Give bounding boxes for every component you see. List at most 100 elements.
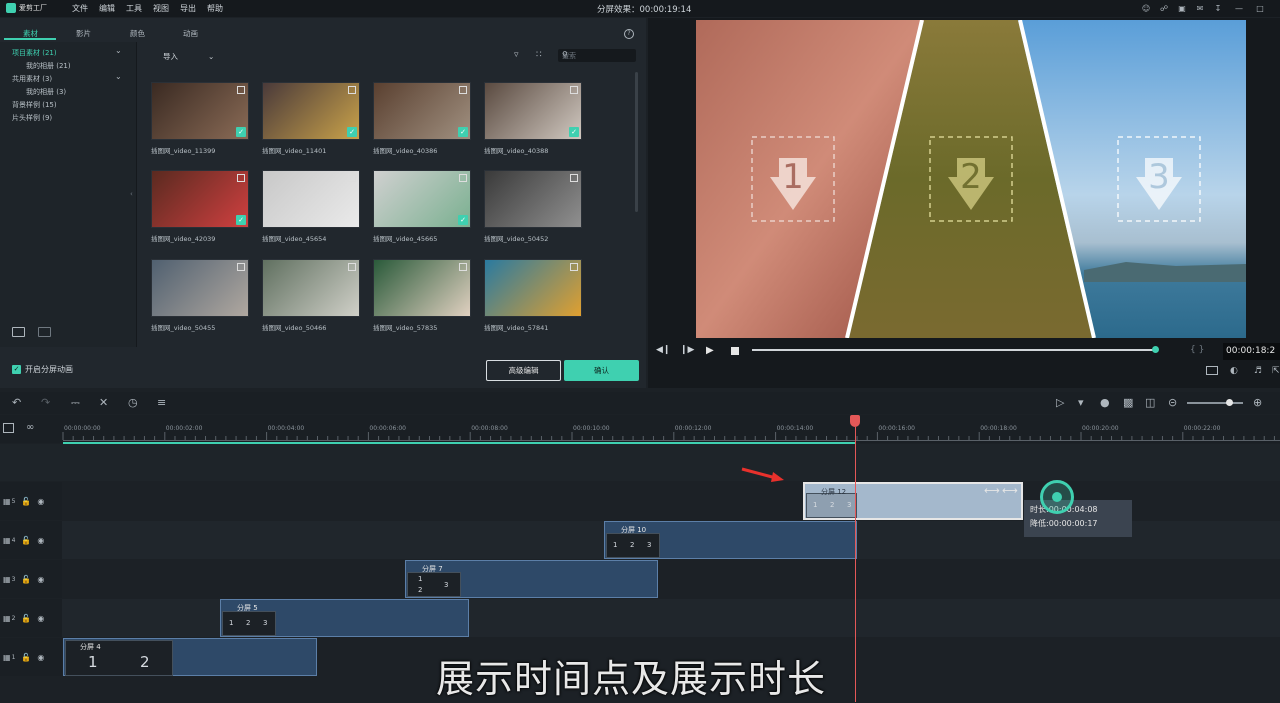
import-dropdown[interactable]: 导入 ⌄: [163, 51, 214, 62]
preview-progress-handle[interactable]: [1152, 346, 1159, 353]
menu-view[interactable]: 视图: [153, 3, 169, 14]
user-icon[interactable]: ☺: [1141, 3, 1151, 13]
mic-icon[interactable]: ●: [1100, 396, 1110, 409]
timeline-clip[interactable]: 1 2 3 分屏 7: [405, 560, 658, 598]
checkmark-icon: ✓: [458, 215, 468, 225]
thumbnail-caption: 插图网_video_40386: [373, 147, 438, 155]
media-thumbnail[interactable]: [262, 170, 360, 228]
chevron-down-icon[interactable]: ⌄: [115, 72, 122, 81]
preview-progress-bar[interactable]: [752, 349, 1158, 351]
display-icon[interactable]: [1206, 366, 1218, 375]
folder-intro-samples[interactable]: 片头样例 (9): [12, 113, 52, 123]
save-icon[interactable]: ▣: [1177, 3, 1187, 13]
menu-file[interactable]: 文件: [72, 3, 88, 14]
undo-icon[interactable]: ↶: [12, 396, 21, 409]
mark-in-out-icon[interactable]: { }: [1190, 345, 1204, 355]
track-number: 5: [11, 497, 16, 505]
eye-icon[interactable]: ◉: [37, 536, 44, 545]
media-thumbnail[interactable]: [373, 259, 471, 317]
clip-panel-number: 2: [418, 586, 423, 594]
menu-edit[interactable]: 编辑: [99, 3, 115, 14]
clock-icon[interactable]: ◷: [128, 396, 138, 409]
snapshot-icon[interactable]: ◐: [1230, 366, 1238, 376]
checkbox-icon[interactable]: ✓: [12, 365, 21, 374]
fullscreen-icon[interactable]: ⇱: [1272, 366, 1280, 376]
track-header: ▦ 3 🔓 ◉: [0, 560, 62, 598]
media-thumbnail[interactable]: ✓: [373, 170, 471, 228]
media-thumbnail[interactable]: ✓: [151, 82, 249, 140]
media-thumbnail[interactable]: ✓: [373, 82, 471, 140]
redo-icon[interactable]: ↷: [41, 396, 50, 409]
lock-icon[interactable]: 🔓: [21, 575, 31, 584]
media-thumbnail[interactable]: [262, 259, 360, 317]
timeline-clip[interactable]: 1 2 3 分屏 5: [220, 599, 469, 637]
clip-type-icon: [348, 86, 356, 94]
search-input[interactable]: 搜索 ⚲: [558, 49, 636, 62]
search-icon[interactable]: ⚲: [562, 50, 633, 59]
zoom-in-icon[interactable]: ⊕: [1253, 396, 1262, 409]
thumbnail-caption: 插图网_video_45654: [262, 235, 327, 243]
split-view-icon[interactable]: ◫: [1145, 396, 1155, 409]
menu-export[interactable]: 导出: [180, 3, 196, 14]
eye-icon[interactable]: ◉: [37, 497, 44, 506]
zoom-out-icon[interactable]: ⊝: [1168, 396, 1177, 409]
render-icon[interactable]: ▷: [1056, 396, 1064, 409]
lock-icon[interactable]: 🔓: [21, 497, 31, 506]
tab-movies[interactable]: 影片: [76, 28, 91, 39]
advanced-edit-button[interactable]: 高级编辑: [486, 360, 561, 381]
play-icon[interactable]: ▶: [706, 345, 714, 356]
minimize-icon[interactable]: —: [1234, 3, 1244, 13]
confirm-button[interactable]: 确认: [564, 360, 639, 381]
tab-animation[interactable]: 动画: [183, 28, 198, 39]
step-forward-icon[interactable]: ❙▶: [680, 345, 694, 355]
zoom-slider[interactable]: [1187, 402, 1243, 404]
timeline-clip[interactable]: 1 2 3 分屏 10: [604, 521, 857, 559]
caption-icon[interactable]: ▩: [1123, 396, 1133, 409]
help-icon[interactable]: ?: [624, 29, 634, 39]
folder-project-media[interactable]: 项目素材 (21): [12, 48, 57, 58]
adjust-icon[interactable]: ≡: [157, 396, 166, 409]
project-title: 分屏效果：00:00:19:14: [597, 5, 692, 15]
split-animation-toggle[interactable]: ✓ 开启分屏动画: [12, 364, 73, 375]
maximize-icon[interactable]: □: [1255, 3, 1265, 13]
menu-tools[interactable]: 工具: [126, 3, 142, 14]
lock-icon[interactable]: 🔓: [21, 614, 31, 623]
eye-icon[interactable]: ◉: [37, 614, 44, 623]
cart-icon[interactable]: ☍: [1159, 3, 1169, 13]
zoom-slider-handle[interactable]: [1226, 399, 1233, 406]
media-thumbnail[interactable]: ✓: [151, 170, 249, 228]
playhead-handle[interactable]: [850, 415, 860, 427]
stop-icon[interactable]: [731, 347, 739, 355]
eye-icon[interactable]: ◉: [37, 653, 44, 662]
timeline-clip[interactable]: 1 2 分屏 4: [63, 638, 317, 676]
preview-canvas[interactable]: 1 2 3: [696, 20, 1246, 338]
tab-colors[interactable]: 颜色: [130, 28, 145, 39]
folder-my-album-shared[interactable]: 我的相册 (3): [26, 87, 66, 97]
prev-frame-icon[interactable]: ◀❙: [656, 345, 670, 355]
lock-icon[interactable]: 🔓: [21, 536, 31, 545]
filter-icon[interactable]: ▿: [514, 50, 519, 60]
library-scrollbar[interactable]: [635, 72, 638, 212]
media-thumbnail[interactable]: [484, 170, 582, 228]
download-icon[interactable]: ↧: [1213, 3, 1223, 13]
mail-icon[interactable]: ✉: [1195, 3, 1205, 13]
cut-icon[interactable]: ✕: [99, 396, 108, 409]
folder-icon[interactable]: [38, 327, 51, 337]
grid-view-icon[interactable]: ∷: [536, 50, 542, 60]
media-thumbnail[interactable]: [151, 259, 249, 317]
volume-icon[interactable]: ♬: [1254, 366, 1262, 376]
collapse-icon[interactable]: ‹: [130, 190, 133, 198]
folder-background-samples[interactable]: 背景样例 (15): [12, 100, 57, 110]
delete-icon[interactable]: ⎓: [71, 396, 80, 410]
marker-icon[interactable]: ▾: [1078, 396, 1084, 409]
chevron-down-icon[interactable]: ⌄: [115, 46, 122, 55]
folder-my-album[interactable]: 我的相册 (21): [26, 61, 71, 71]
media-thumbnail[interactable]: [484, 259, 582, 317]
eye-icon[interactable]: ◉: [37, 575, 44, 584]
folder-shared-media[interactable]: 共用素材 (3): [12, 74, 52, 84]
lock-icon[interactable]: 🔓: [21, 653, 31, 662]
menu-help[interactable]: 帮助: [207, 3, 223, 14]
new-folder-icon[interactable]: [12, 327, 25, 337]
media-thumbnail[interactable]: ✓: [262, 82, 360, 140]
media-thumbnail[interactable]: ✓: [484, 82, 582, 140]
